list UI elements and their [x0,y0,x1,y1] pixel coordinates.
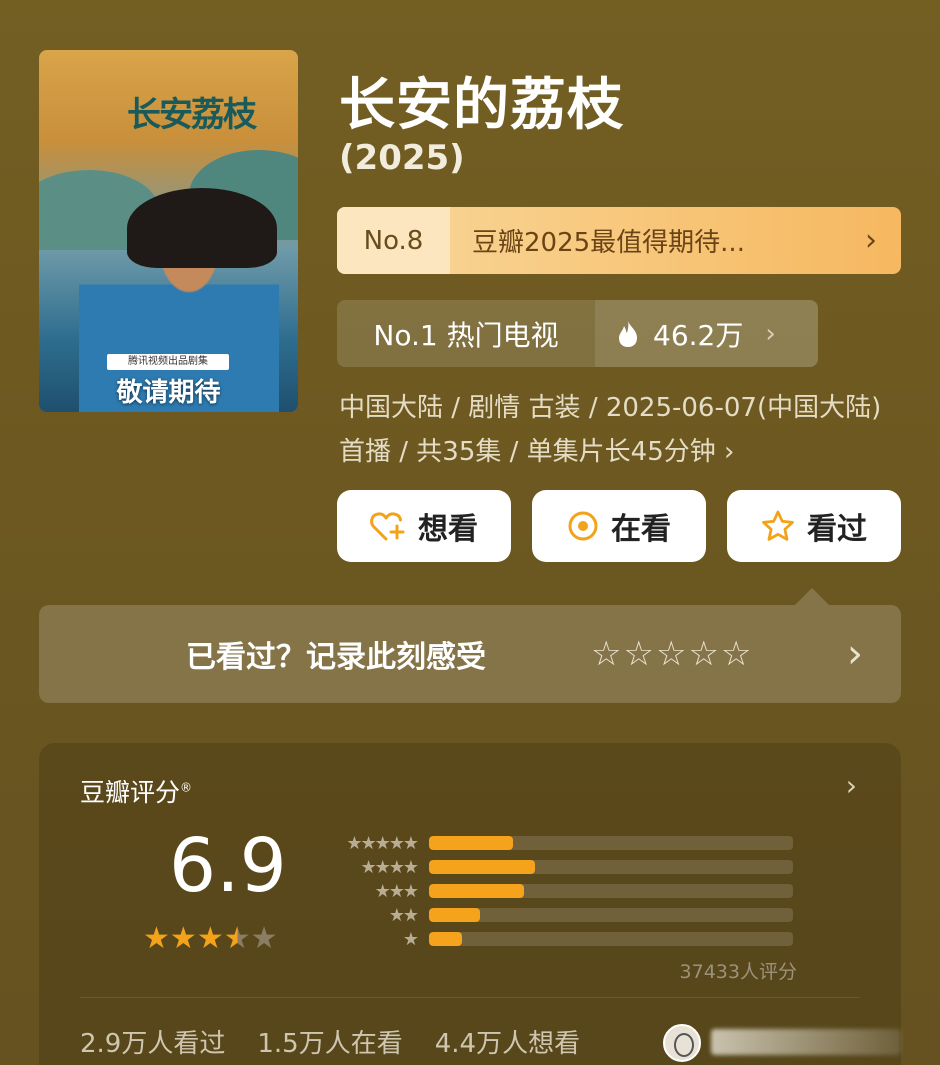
record-text: 已看过？记录此刻感受 [186,640,486,675]
star-icon: ★ [223,921,251,956]
hot-label: No.1 热门电视 [373,318,559,352]
rating-bar-track [429,932,793,946]
watched-button[interactable]: 看过 [727,490,901,562]
want-button[interactable]: 想看 [337,490,511,562]
hot-value-group: 46.2万 › [595,300,818,367]
rating-count: 37433人评分 [679,961,797,983]
divider [80,997,860,998]
watching-button[interactable]: 在看 [532,490,706,562]
rating-bar-stars: ★ [402,928,419,950]
rating-bar-track [429,836,793,850]
rating-bar-fill [429,908,480,922]
audience-stats: 2.9万人看过 1.5万人在看 4.4万人想看 [80,1023,580,1060]
page-title: 长安的荔枝 [339,73,624,138]
ranking-number: No.8 [337,207,450,274]
rating-stars-input[interactable]: ☆☆☆☆☆ [591,634,753,674]
star-icon: ★ [196,921,224,956]
want-label: 想看 [418,512,478,547]
heart-plus-icon [370,512,405,541]
rating-bar-row: ★★★★★ [329,831,793,855]
poster-image[interactable]: 长安荔枝 腾讯视频出品剧集 敬请期待 [39,50,298,412]
flame-icon [619,320,637,347]
poster-calligraphy: 长安荔枝 [127,95,257,135]
poster-tag: 腾讯视频出品剧集 [107,354,229,370]
target-icon [568,511,598,541]
rating-distribution: ★★★★★ ★★★★ ★★★ ★★ ★ [329,831,793,951]
poster-tagline: 敬请期待 [116,378,221,408]
blurred-username [711,1029,901,1055]
star-icon [762,510,794,541]
rating-stars: ★★★★★ [143,921,278,956]
chevron-right-icon: › [765,318,776,349]
rating-bar-row: ★★ [329,903,793,927]
stat-watched[interactable]: 2.9万人看过 [80,1023,225,1060]
avatar[interactable] [663,1024,701,1062]
ranking-banner[interactable]: No.8 豆瓣2025最值得期待... › [337,207,901,274]
rating-bar-track [429,884,793,898]
stat-watching[interactable]: 1.5万人在看 [257,1023,402,1060]
rating-bar-stars: ★★★★★ [346,832,419,854]
watching-label: 在看 [611,512,671,547]
hot-value: 46.2万 [653,318,744,352]
chevron-right-icon[interactable]: › [846,769,857,802]
rating-bar-track [429,908,793,922]
chevron-right-icon: › [847,631,863,677]
watched-label: 看过 [807,512,867,547]
ranking-text: 豆瓣2025最值得期待... [472,228,745,258]
rating-bar-fill [429,932,462,946]
rating-header-text: 豆瓣评分 [80,778,181,807]
release-year: (2025) [339,138,465,178]
rating-bar-stars: ★★ [388,904,419,926]
rating-bar-fill [429,860,535,874]
movie-meta[interactable]: 中国大陆 / 剧情 古装 / 2025-06-07(中国大陆)首播 / 共35集… [339,386,899,474]
hot-ranking[interactable]: No.1 热门电视 46.2万 › [337,300,818,367]
record-feeling-bar[interactable]: 已看过？记录此刻感受 ☆☆☆☆☆ › [39,605,901,703]
popover-pointer [795,588,829,605]
star-icon: ★ [250,921,278,956]
poster-hat [127,188,277,268]
rating-bar-track [429,860,793,874]
registered-mark: ® [180,780,193,795]
rating-card[interactable]: 豆瓣评分® › 6.9 ★★★★★ ★★★★★ ★★★★ ★★★ ★★ ★ 37433人… [39,743,901,1065]
rating-bar-stars: ★★★★ [360,856,419,878]
rating-bar-fill [429,884,524,898]
rating-header: 豆瓣评分® [80,773,192,809]
chevron-right-icon: › [865,223,877,258]
rating-bar-fill [429,836,513,850]
star-icon: ★ [143,921,170,956]
rating-bar-row: ★★★ [329,879,793,903]
rating-bar-row: ★★★★ [329,855,793,879]
rating-bar-stars: ★★★ [374,880,419,902]
rating-score: 6.9 [169,823,287,909]
star-icon: ★ [169,921,197,956]
rating-bar-row: ★ [329,927,793,951]
stat-want[interactable]: 4.4万人想看 [435,1023,580,1060]
